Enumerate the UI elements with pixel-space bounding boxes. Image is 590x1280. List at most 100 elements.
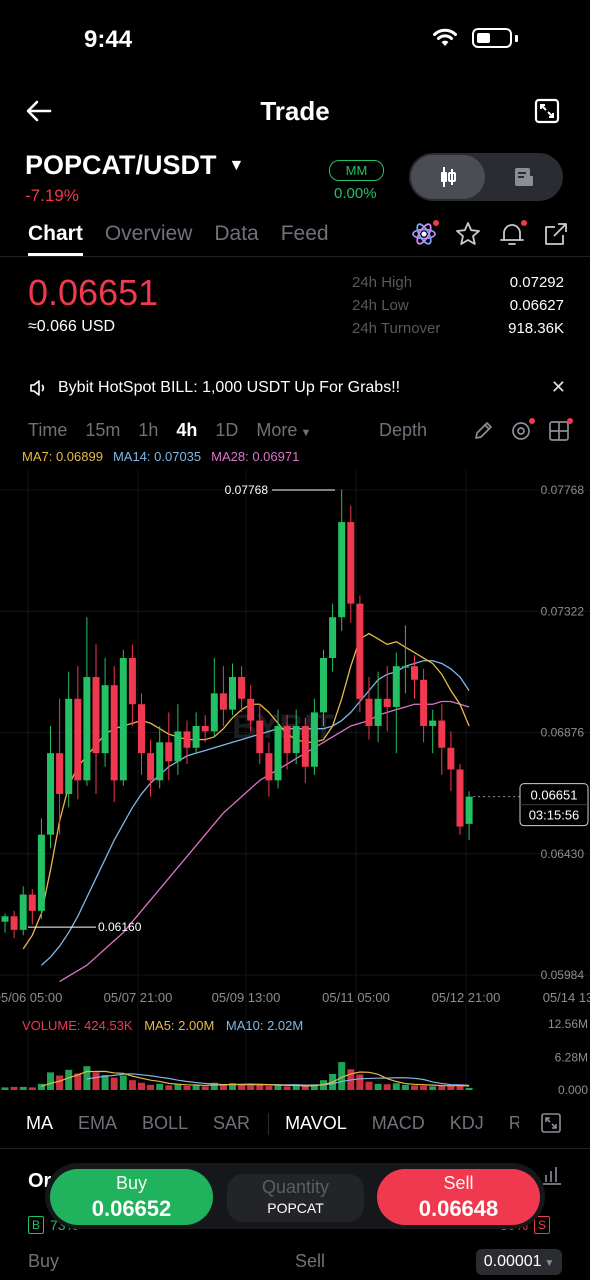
- tf-4h[interactable]: 4h: [176, 420, 197, 441]
- stat-high: 24h High 0.07292: [352, 274, 564, 291]
- candle: [411, 666, 418, 680]
- candle: [92, 677, 100, 754]
- tf-15m[interactable]: 15m: [85, 420, 120, 441]
- y-tick-label: 0.06430: [541, 847, 585, 861]
- layout-grid-icon[interactable]: [548, 418, 573, 447]
- candle: [356, 603, 364, 699]
- page-title: Trade: [260, 96, 330, 126]
- close-icon[interactable]: ✕: [551, 377, 566, 398]
- star-icon[interactable]: [454, 220, 482, 248]
- ind-kdj[interactable]: KDJ: [450, 1113, 484, 1134]
- ma7-label: MA7: 0.06899: [22, 449, 103, 464]
- candle: [229, 677, 236, 710]
- candle: [1, 916, 9, 922]
- tick-size-select[interactable]: 0.00001 ▼: [476, 1249, 562, 1275]
- candle: [10, 916, 18, 930]
- tab-overview[interactable]: Overview: [105, 222, 193, 254]
- announcement-text: Bybit HotSpot BILL: 1,000 USDT Up For Gr…: [58, 379, 401, 396]
- quantity-unit: POPCAT: [267, 1200, 324, 1216]
- quantity-field[interactable]: Quantity POPCAT: [227, 1174, 364, 1222]
- volume-bar: [401, 1084, 409, 1090]
- y-tick-label: 0.06876: [541, 726, 585, 740]
- tf-more[interactable]: More ▼: [256, 420, 311, 441]
- candle: [165, 742, 173, 762]
- fullscreen-icon[interactable]: [534, 98, 560, 124]
- expand-indicators-icon[interactable]: [540, 1112, 562, 1134]
- volume-ma10-label: MA10: 2.02M: [226, 1018, 303, 1033]
- ind-macd[interactable]: MACD: [372, 1113, 425, 1134]
- ind-ema[interactable]: EMA: [78, 1113, 117, 1134]
- timeframe-bar: Time 15m 1h 4h 1D More ▼: [28, 420, 311, 441]
- tf-time[interactable]: Time: [28, 420, 67, 441]
- indicator-settings-icon[interactable]: [510, 418, 535, 447]
- volume-bar: [156, 1083, 164, 1090]
- buy-button[interactable]: Buy 0.06652: [50, 1169, 213, 1225]
- bar-chart-icon[interactable]: [540, 1164, 564, 1186]
- candle: [456, 769, 464, 827]
- volume-bar: [238, 1084, 246, 1090]
- depth-tab[interactable]: Depth: [379, 420, 427, 441]
- volume-axis-label: 0.000: [558, 1083, 588, 1095]
- volume-bar: [292, 1085, 300, 1090]
- volume-bar: [165, 1085, 173, 1090]
- ai-atom-icon[interactable]: [410, 220, 439, 248]
- candle: [283, 725, 291, 754]
- pair-change: -7.19%: [25, 186, 79, 205]
- orderbook-view-button[interactable]: [487, 155, 561, 199]
- volume-axis-label: 6.28M: [555, 1051, 588, 1065]
- pencil-icon[interactable]: [472, 420, 494, 442]
- volume-bar: [411, 1085, 418, 1090]
- volume-bar: [192, 1085, 200, 1090]
- volume-bar: [356, 1074, 364, 1090]
- volume-bar: [101, 1074, 109, 1090]
- volume-bar: [174, 1084, 182, 1090]
- volume-bar: [19, 1086, 27, 1090]
- candle: [219, 693, 227, 710]
- candle: [374, 698, 382, 726]
- candles-view-button[interactable]: [411, 155, 485, 199]
- x-tick-label: 05/11 05:00: [322, 990, 390, 1005]
- candle: [147, 753, 155, 781]
- volume-bar: [383, 1084, 391, 1090]
- candle: [347, 522, 355, 604]
- tab-data[interactable]: Data: [214, 222, 258, 254]
- x-tick-label: 05/09 13:00: [212, 990, 281, 1005]
- candle: [174, 731, 182, 762]
- candle: [329, 617, 337, 659]
- tf-1h[interactable]: 1h: [138, 420, 158, 441]
- pair-selector[interactable]: POPCAT/USDT ▼: [25, 150, 244, 181]
- candle: [274, 725, 282, 781]
- volume-bar: [37, 1083, 45, 1090]
- tab-feed[interactable]: Feed: [281, 222, 329, 254]
- ind-mavol[interactable]: MAVOL: [285, 1113, 347, 1134]
- ind-sar[interactable]: SAR: [213, 1113, 250, 1134]
- candle: [401, 666, 409, 668]
- candle: [438, 720, 446, 748]
- x-tick-label: 05/12 21:00: [432, 990, 501, 1005]
- volume-label: VOLUME: 424.53K: [22, 1018, 133, 1033]
- ind-boll[interactable]: BOLL: [142, 1113, 188, 1134]
- candle: [47, 753, 54, 835]
- mm-value: 0.00%: [334, 185, 377, 202]
- volume-bar: [420, 1085, 428, 1090]
- chart-tools: [472, 418, 573, 447]
- volume-bar: [265, 1085, 273, 1090]
- candle: [338, 522, 346, 618]
- sell-button[interactable]: Sell 0.06648: [377, 1169, 540, 1225]
- stat-low: 24h Low 0.06627: [352, 297, 564, 314]
- tab-chart[interactable]: Chart: [28, 222, 83, 256]
- share-icon[interactable]: [542, 220, 570, 248]
- document-icon: [515, 168, 533, 186]
- ind-ma[interactable]: MA: [26, 1113, 53, 1134]
- candle: [138, 704, 145, 754]
- orderbook-sell-header: Sell: [295, 1251, 326, 1271]
- announcement-banner[interactable]: Bybit HotSpot BILL: 1,000 USDT Up For Gr…: [28, 378, 400, 398]
- volume-bar: [1, 1087, 9, 1090]
- ind-more[interactable]: R: [509, 1113, 519, 1134]
- mm-badge[interactable]: MM: [329, 160, 384, 181]
- price-chart[interactable]: BYBIT 0.077680.073220.068760.064300.0598…: [0, 470, 590, 1095]
- bell-icon[interactable]: [498, 220, 527, 248]
- volume-bar: [10, 1086, 18, 1090]
- tf-1d[interactable]: 1D: [215, 420, 238, 441]
- candle: [156, 742, 164, 781]
